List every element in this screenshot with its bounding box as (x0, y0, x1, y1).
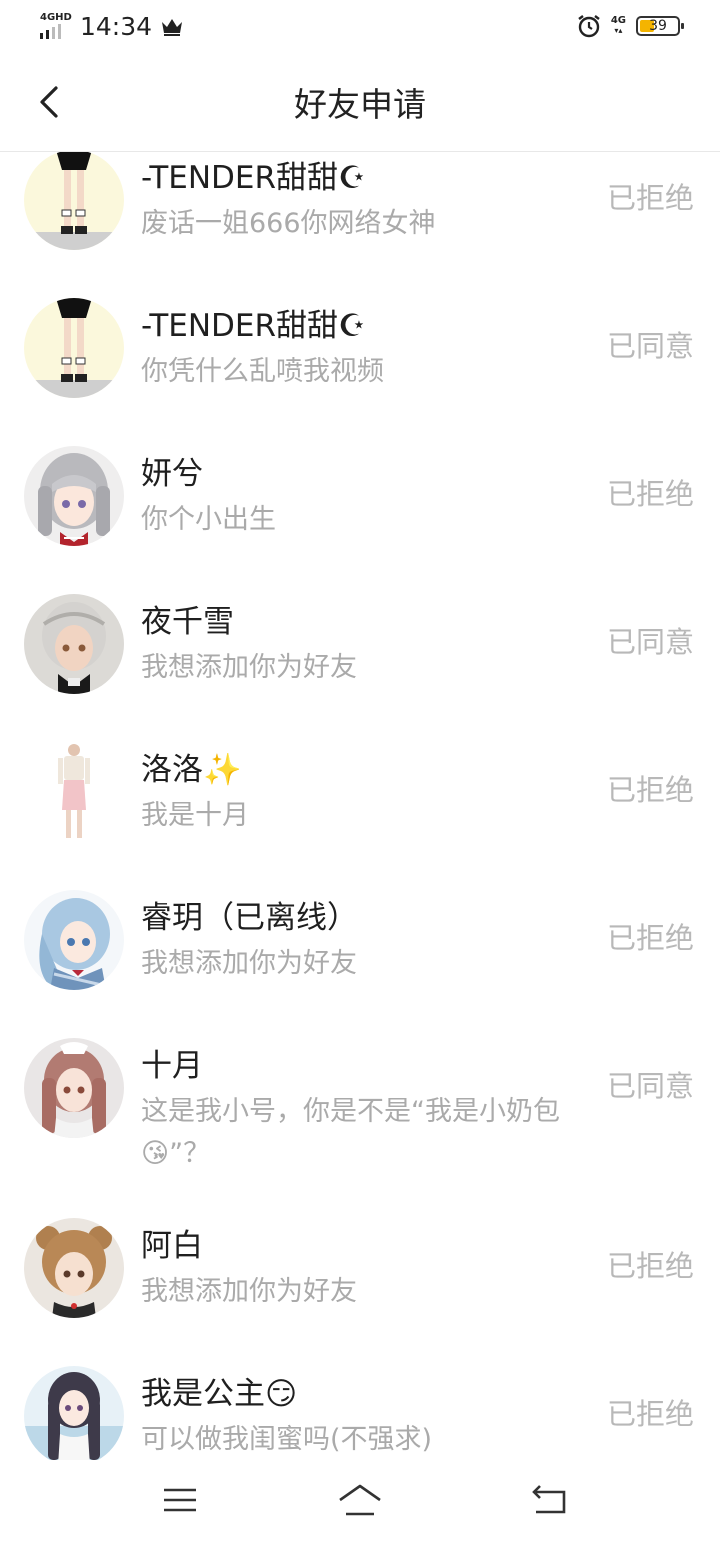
home-icon[interactable] (336, 1480, 384, 1520)
avatar[interactable] (24, 152, 124, 250)
friend-request-list[interactable]: -TENDER甜甜☪ 废话一姐666你网络女神 已拒绝 -TENDER甜甜☪ 你凭什么乱… (0, 152, 720, 1460)
network-type-right: 4G ▾▴ (610, 15, 626, 36)
avatar[interactable] (24, 742, 124, 842)
app-header: 好友申请 (0, 58, 720, 152)
request-status: 已同意 (606, 625, 694, 659)
friend-request-row[interactable]: 妍兮你个小出生 已拒绝 (0, 436, 720, 584)
request-message: 你凭什么乱喷我视频 (141, 356, 384, 387)
request-message: 我想添加你为好友 (141, 652, 357, 683)
status-right: 4G ▾▴ 39 (577, 14, 684, 38)
request-status: 已拒绝 (606, 1249, 694, 1283)
requester-name: 妍兮 (141, 456, 203, 492)
requester-name: 夜千雪 (141, 604, 234, 640)
requester-name: 阿白 (141, 1228, 203, 1264)
request-status: 已拒绝 (606, 921, 694, 955)
request-status: 已拒绝 (606, 773, 694, 807)
requester-name: 我是公主😏 (141, 1376, 298, 1412)
requester-name: -TENDER甜甜☪ (141, 160, 366, 196)
avatar[interactable] (24, 1218, 124, 1318)
request-message: 我想添加你为好友 (141, 1276, 357, 1307)
request-message: 我想添加你为好友 (141, 948, 357, 979)
request-status: 已拒绝 (606, 477, 694, 511)
requester-name: 睿玥（已离线） (141, 900, 358, 936)
request-message: 可以做我闺蜜吗(不强求) (141, 1424, 433, 1455)
status-bar: 4GHD 14:34 4G ▾▴ 39 (0, 0, 720, 58)
request-status: 已同意 (606, 1069, 694, 1103)
battery-icon: 39 (636, 16, 684, 36)
request-message: 这是我小号，你是不是“我是小奶包😘”？ (141, 1096, 560, 1169)
status-left: 4GHD 14:34 (40, 12, 184, 42)
crown-icon (162, 19, 183, 36)
back-icon[interactable] (524, 1480, 572, 1520)
system-nav-bar (0, 1460, 720, 1544)
menu-icon[interactable] (156, 1480, 204, 1520)
alarm-icon (578, 15, 600, 38)
avatar[interactable] (24, 1366, 124, 1460)
requester-name: -TENDER甜甜☪ (141, 308, 366, 344)
network-type-left: 4GHD (40, 12, 72, 23)
avatar[interactable] (24, 298, 124, 398)
request-message: 我是十月 (141, 800, 249, 831)
friend-request-row[interactable]: 阿白我想添加你为好友 已拒绝 (0, 1208, 720, 1356)
signal-icon: 4GHD (40, 13, 72, 41)
avatar[interactable] (24, 1038, 124, 1138)
requester-name: 十月 (141, 1048, 203, 1084)
clock: 14:34 (80, 12, 153, 41)
friend-request-row[interactable]: 我是公主😏 可以做我闺蜜吗(不强求) 已拒绝 (0, 1356, 720, 1460)
request-status: 已同意 (606, 329, 694, 363)
request-status: 已拒绝 (606, 181, 694, 215)
avatar[interactable] (24, 446, 124, 546)
battery-level: 39 (649, 18, 667, 34)
friend-request-row[interactable]: -TENDER甜甜☪ 你凭什么乱喷我视频 已同意 (0, 288, 720, 436)
request-message: 你个小出生 (141, 504, 276, 535)
friend-request-row[interactable]: 睿玥（已离线） 我想添加你为好友 已拒绝 (0, 880, 720, 1028)
friend-request-row[interactable]: 夜千雪我想添加你为好友 已同意 (0, 584, 720, 732)
avatar[interactable] (24, 594, 124, 694)
friend-request-row[interactable]: 洛洛✨ 我是十月 已拒绝 (0, 732, 720, 880)
request-status: 已拒绝 (606, 1397, 694, 1431)
friend-request-row[interactable]: 十月这是我小号，你是不是“我是小奶包😘”？ 已同意 (0, 1028, 720, 1208)
requester-name: 洛洛✨ (141, 752, 242, 788)
avatar[interactable] (24, 890, 124, 990)
friend-request-row[interactable]: -TENDER甜甜☪ 废话一姐666你网络女神 已拒绝 (0, 152, 720, 288)
page-title: 好友申请 (294, 85, 426, 124)
request-message: 废话一姐666你网络女神 (141, 208, 436, 239)
